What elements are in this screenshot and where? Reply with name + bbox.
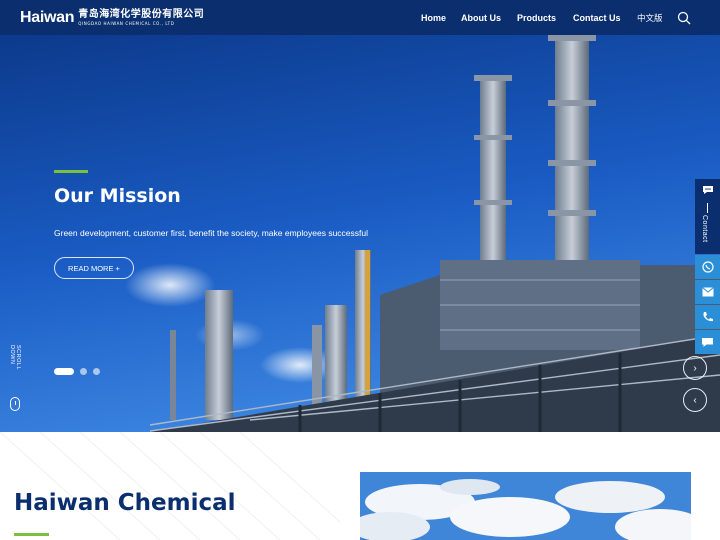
mail-icon	[701, 287, 714, 297]
slide-dot-1[interactable]	[54, 368, 74, 375]
mouse-icon	[10, 397, 20, 411]
slider-pagination	[54, 368, 106, 375]
hero-accent-line	[54, 170, 88, 173]
company-image	[360, 472, 691, 540]
nav-home[interactable]: Home	[421, 13, 446, 23]
nav-products[interactable]: Products	[517, 13, 556, 23]
side-contact-panel[interactable]: Contact	[695, 179, 720, 254]
page: Haiwan 青岛海湾化学股份有限公司 QINGDAO HAIWAN CHEMI…	[0, 0, 720, 540]
whatsapp-button[interactable]	[695, 255, 720, 279]
scroll-down-label: SCROLL DOWN	[9, 345, 21, 370]
side-contact-divider	[707, 203, 708, 213]
nav-contact-us[interactable]: Contact Us	[573, 13, 621, 23]
logo-text: Haiwan	[20, 9, 75, 26]
chat-button[interactable]	[695, 330, 720, 354]
hero-banner: Our Mission Green development, customer …	[0, 35, 720, 432]
phone-icon	[703, 312, 713, 322]
side-contact-label: Contact	[701, 215, 708, 243]
logo[interactable]: Haiwan 青岛海湾化学股份有限公司 QINGDAO HAIWAN CHEMI…	[20, 8, 204, 28]
slider-prev-button[interactable]: ‹	[683, 388, 707, 412]
chat-icon	[703, 186, 713, 194]
site-header: Haiwan 青岛海湾化学股份有限公司 QINGDAO HAIWAN CHEMI…	[0, 0, 720, 35]
section-accent-line	[14, 533, 49, 536]
hero-description: Green development, customer first, benef…	[54, 228, 369, 238]
nav-chinese-version[interactable]: 中文版	[637, 12, 663, 24]
slider-next-button[interactable]: ›	[683, 356, 707, 380]
mail-button[interactable]	[695, 280, 720, 304]
slide-dot-3[interactable]	[93, 368, 100, 375]
hero-title: Our Mission	[54, 185, 181, 207]
search-icon[interactable]	[677, 11, 691, 25]
slide-dot-2[interactable]	[80, 368, 87, 375]
whatsapp-icon	[701, 261, 714, 273]
intro-section: Haiwan Chemical	[0, 432, 720, 540]
chat-bubble-icon	[702, 337, 713, 347]
section-title: Haiwan Chemical	[14, 490, 236, 516]
logo-english-name: QINGDAO HAIWAN CHEMICAL CO., LTD	[78, 21, 175, 26]
read-more-button[interactable]: READ MORE +	[54, 257, 134, 279]
phone-button[interactable]	[695, 305, 720, 329]
logo-subtitle: 青岛海湾化学股份有限公司 QINGDAO HAIWAN CHEMICAL CO.…	[78, 10, 204, 26]
logo-chinese-name: 青岛海湾化学股份有限公司	[78, 9, 205, 20]
sky-photo	[360, 472, 691, 540]
nav-about-us[interactable]: About Us	[461, 13, 501, 23]
